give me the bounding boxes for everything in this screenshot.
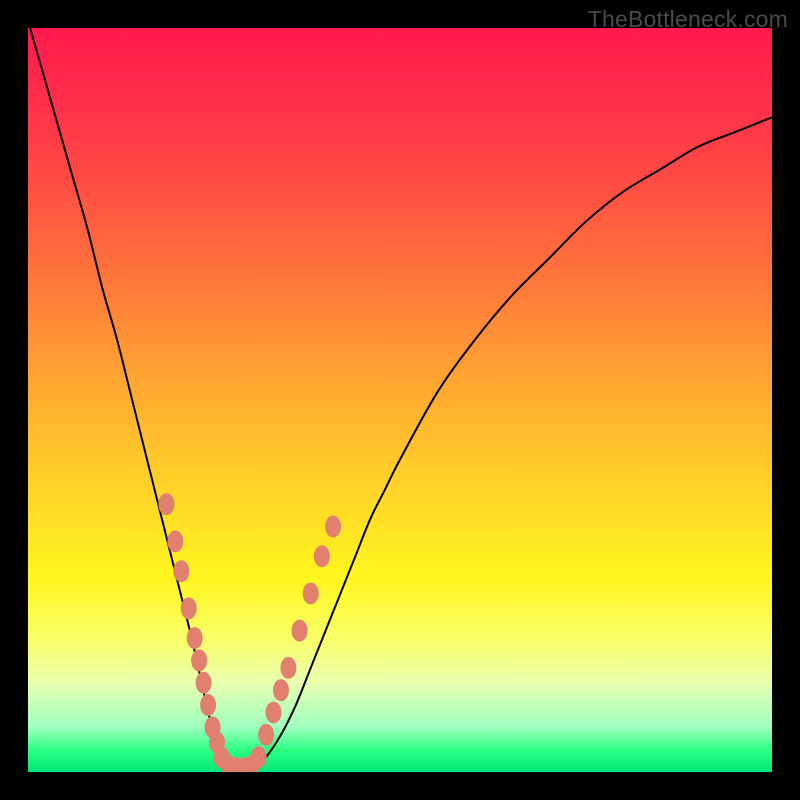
data-bead bbox=[181, 597, 197, 619]
data-bead bbox=[191, 649, 207, 671]
data-bead bbox=[314, 545, 330, 567]
data-bead bbox=[325, 515, 341, 537]
data-bead bbox=[196, 672, 212, 694]
data-bead bbox=[266, 701, 282, 723]
plot-area bbox=[28, 28, 772, 772]
data-bead bbox=[200, 694, 216, 716]
chart-frame: TheBottleneck.com bbox=[0, 0, 800, 800]
data-bead bbox=[173, 560, 189, 582]
curve-layer bbox=[28, 28, 772, 772]
data-bead bbox=[158, 493, 174, 515]
data-bead bbox=[167, 530, 183, 552]
watermark-text: TheBottleneck.com bbox=[588, 6, 788, 33]
beads-layer bbox=[158, 493, 341, 772]
data-bead bbox=[251, 746, 267, 768]
data-bead bbox=[292, 620, 308, 642]
chart-svg bbox=[28, 28, 772, 772]
data-bead bbox=[187, 627, 203, 649]
data-bead bbox=[280, 657, 296, 679]
data-bead bbox=[273, 679, 289, 701]
data-bead bbox=[258, 724, 274, 746]
data-bead bbox=[303, 582, 319, 604]
bottleneck-curve bbox=[28, 28, 772, 772]
